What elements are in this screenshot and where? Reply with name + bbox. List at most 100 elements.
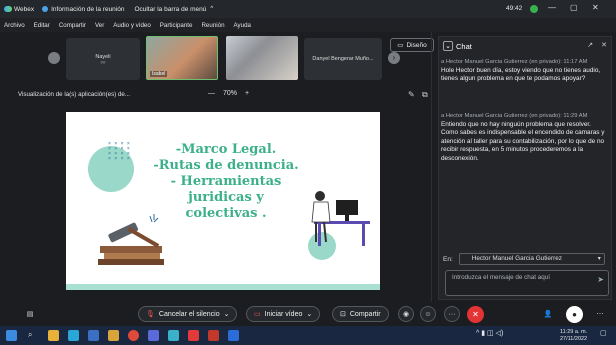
chat-message: a Hector Manuel Garcia Gutierrez (en pri… (441, 59, 609, 84)
popout-icon[interactable]: ↗ (587, 41, 593, 49)
chevron-down-icon: ⌄ (223, 311, 230, 318)
chat-title: Chat (456, 41, 472, 51)
meeting-info-button[interactable]: Información de la reunión (42, 6, 124, 13)
participant-strip: Nayeli ## Isabel Danyel Bengerar Muño...… (0, 32, 438, 88)
chat-message-input[interactable]: Introduzca el mensaje de chat aquí ➤ (445, 270, 609, 296)
participant-video-tile[interactable] (226, 36, 298, 80)
next-participants-button[interactable]: › (388, 52, 400, 64)
recipient-value: Hector Manuel Garcia Gutierrez (471, 255, 562, 262)
decor-dots: × × × × × × × × × × × × × × × × (108, 141, 131, 162)
menu-bar: Archivo Editar Compartir Ver Audio y víd… (0, 18, 616, 32)
meeting-timer: 49:42 (506, 5, 523, 12)
zoom-controls: — 70% + (208, 90, 249, 97)
zoom-out-button[interactable]: — (208, 90, 215, 97)
record-icon[interactable]: ◉ (398, 306, 414, 322)
message-text: Hole Hector buen día, estoy viendo que n… (441, 66, 601, 83)
reactions-icon[interactable]: ☺ (420, 306, 436, 322)
menu-participante[interactable]: Participante (160, 22, 193, 29)
maximize-button[interactable]: ▢ (570, 3, 578, 12)
layout-button[interactable]: ▭ Diseño (390, 38, 434, 52)
start-video-button[interactable]: ▭ Iniciar vídeo ⌄ (246, 306, 321, 322)
share-button[interactable]: ⊡ Compartir (332, 306, 389, 322)
webex-logo-icon (4, 6, 12, 12)
info-icon (42, 6, 49, 12)
app-icon[interactable] (108, 330, 119, 341)
system-tray-icons[interactable]: ^ ▮ ◫ ◁) (476, 329, 503, 337)
participant-name: Isabel (150, 71, 168, 77)
slide-line: - Herramientas (170, 174, 282, 189)
menu-compartir[interactable]: Compartir (59, 22, 86, 29)
title-bar: Webex Información de la reunión Ocultar … (0, 0, 616, 18)
pdf-icon[interactable] (188, 330, 199, 341)
store-icon[interactable] (88, 330, 99, 341)
unmute-button[interactable]: 🎙 Cancelar el silencio ⌄ (138, 306, 238, 322)
captions-icon[interactable]: ▤ (22, 306, 38, 322)
recipient-row: En: Hector Manuel Garcia Gutierrez ▾ (443, 253, 605, 265)
participant-subtitle: ## (100, 59, 106, 65)
menu-archivo[interactable]: Archivo (4, 22, 25, 29)
send-icon[interactable]: ➤ (597, 275, 604, 284)
clock-time: 11:29 a. m. (560, 329, 588, 335)
mic-muted-icon: 🎙 (146, 311, 155, 318)
clock[interactable]: 11:29 a. m. 27/11/2022 (560, 329, 587, 342)
search-icon[interactable]: ⌕ (28, 330, 39, 341)
chevron-down-icon[interactable]: ⌄ (443, 41, 453, 51)
previous-participants-button[interactable] (48, 52, 60, 64)
webex-taskbar-icon[interactable] (168, 330, 179, 341)
popout-icon[interactable]: ⧉ (422, 90, 428, 100)
chevron-down-icon: ▾ (597, 256, 601, 262)
word-icon[interactable] (228, 330, 239, 341)
minimize-button[interactable]: — (548, 3, 556, 12)
zoom-in-button[interactable]: + (245, 90, 249, 97)
close-icon[interactable]: ✕ (601, 41, 607, 49)
share-label: Compartir (349, 310, 381, 318)
participant-tile[interactable]: Danyel Bengerar Muño... (304, 38, 382, 80)
notifications-icon[interactable]: ▢ (600, 329, 607, 337)
chat-input-placeholder: Introduzca el mensaje de chat aquí (452, 274, 551, 281)
layout-icon: ▭ (397, 42, 404, 49)
recipient-select[interactable]: Hector Manuel Garcia Gutierrez ▾ (458, 253, 605, 265)
menu-ver[interactable]: Ver (95, 22, 104, 29)
leave-meeting-button[interactable]: ✕ (467, 306, 484, 323)
annotate-icon[interactable]: ✎ (408, 90, 415, 99)
share-view-bar: Visualización de la(s) aplicación(es) de… (0, 88, 438, 102)
chat-header-controls: ↗ ✕ (587, 41, 607, 49)
app-icon[interactable] (148, 330, 159, 341)
participants-icon[interactable]: 👤 (540, 306, 556, 322)
person-desk-illustration (311, 191, 370, 246)
start-icon[interactable] (6, 330, 17, 341)
more-panels-icon[interactable]: ⋯ (592, 306, 608, 322)
menu-ayuda[interactable]: Ayuda (234, 22, 251, 29)
powerpoint-icon[interactable] (208, 330, 219, 341)
app-name: Webex (14, 5, 35, 13)
layout-label: Diseño (406, 41, 427, 49)
zoom-level: 70% (223, 90, 238, 97)
participant-name: Danyel Bengerar Muño... (312, 56, 374, 62)
share-icon: ⊡ (340, 311, 346, 318)
start-video-label: Iniciar vídeo (264, 310, 303, 318)
slide-line: juridicas y (188, 190, 264, 205)
menu-reunion[interactable]: Reunión (201, 22, 224, 29)
chevron-up-icon[interactable]: ^ (210, 6, 213, 12)
chat-toggle-button[interactable]: ● (566, 306, 583, 323)
participant-tile[interactable]: Nayeli ## (66, 38, 140, 80)
shared-slide: × × × × × × × × × × × × × × × × -Marco Lega… (66, 112, 380, 290)
participant-video-tile[interactable]: Isabel (146, 36, 218, 80)
share-title: Visualización de la(s) aplicación(es) de… (18, 91, 131, 98)
edge-icon[interactable] (68, 330, 79, 341)
chat-header: ⌄ Chat ↗ ✕ (439, 37, 611, 55)
video-off-icon: ▭ (254, 311, 261, 318)
panel-divider[interactable] (431, 32, 432, 302)
menu-audio-video[interactable]: Audio y vídeo (113, 22, 151, 29)
chrome-icon[interactable] (128, 330, 139, 341)
hide-menu-button[interactable]: Ocultar la barra de menú (134, 6, 206, 13)
unmute-label: Cancelar el silencio (158, 310, 220, 318)
message-meta: a Hector Manuel Garcia Gutierrez (en pri… (441, 59, 588, 65)
more-options-button[interactable]: ··· (444, 306, 460, 322)
file-explorer-icon[interactable] (48, 330, 59, 341)
message-meta: a Hector Manuel Garcia Gutierrez (en pri… (441, 113, 588, 119)
menu-editar[interactable]: Editar (34, 22, 50, 29)
app-logo: Webex (4, 6, 34, 13)
close-button[interactable]: ✕ (592, 3, 599, 12)
slide-line: -Marco Legal. (175, 142, 277, 157)
